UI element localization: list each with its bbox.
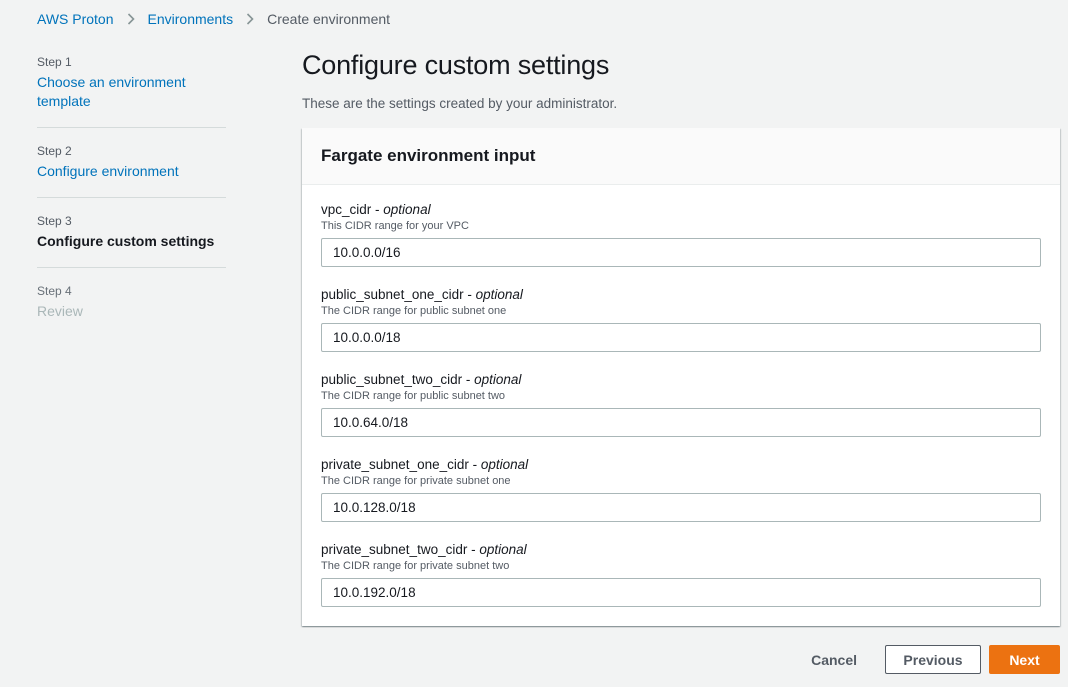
form-field-public-subnet-one-cidr: public_subnet_one_cidr - optional The CI…	[321, 287, 1041, 356]
field-label: vpc_cidr - optional	[321, 202, 431, 217]
chevron-right-icon	[126, 12, 136, 26]
field-name: public_subnet_one_cidr	[321, 287, 464, 302]
form-field-vpc-cidr: vpc_cidr - optional This CIDR range for …	[321, 202, 1041, 271]
step-number: Step 4	[37, 284, 72, 298]
field-label: private_subnet_one_cidr - optional	[321, 457, 529, 472]
chevron-right-icon	[245, 12, 255, 26]
breadcrumb-aws-proton[interactable]: AWS Proton	[37, 11, 114, 27]
field-name: vpc_cidr	[321, 202, 372, 217]
field-description: The CIDR range for private subnet one	[321, 475, 511, 487]
breadcrumb: AWS Proton Environments Create environme…	[37, 11, 390, 27]
wizard-actions: Cancel Previous Next	[797, 645, 1060, 674]
next-button[interactable]: Next	[989, 645, 1060, 674]
cancel-button[interactable]: Cancel	[797, 645, 871, 674]
vpc-cidr-input[interactable]	[321, 238, 1041, 267]
form-field-private-subnet-one-cidr: private_subnet_one_cidr - optional The C…	[321, 457, 1041, 526]
page-title: Configure custom settings	[302, 50, 610, 80]
step-link-choose-template[interactable]: Choose an environment template	[37, 73, 226, 111]
optional-text: optional	[383, 202, 431, 217]
field-description: The CIDR range for public subnet one	[321, 305, 507, 317]
field-description: The CIDR range for public subnet two	[321, 390, 506, 402]
form-field-private-subnet-two-cidr: private_subnet_two_cidr - optional The C…	[321, 542, 1041, 611]
breadcrumb-environments[interactable]: Environments	[148, 11, 234, 27]
step-link-configure-environment[interactable]: Configure environment	[37, 162, 226, 181]
step-current-configure-custom-settings: Configure custom settings	[37, 233, 215, 249]
step-number: Step 2	[37, 144, 72, 158]
optional-text: optional	[479, 542, 527, 557]
form-field-public-subnet-two-cidr: public_subnet_two_cidr - optional The CI…	[321, 372, 1041, 441]
wizard-step-2: Step 2 Configure environment	[37, 144, 226, 198]
field-name: private_subnet_two_cidr	[321, 542, 468, 557]
panel-title: Fargate environment input	[321, 146, 536, 165]
panel-body: vpc_cidr - optional This CIDR range for …	[302, 185, 1060, 611]
private-subnet-one-cidr-input[interactable]	[321, 493, 1041, 522]
previous-button[interactable]: Previous	[885, 645, 981, 674]
page-description: These are the settings created by your a…	[302, 96, 618, 111]
private-subnet-two-cidr-input[interactable]	[321, 578, 1041, 607]
wizard-step-4: Step 4 Review	[37, 284, 226, 337]
step-number: Step 1	[37, 55, 72, 69]
panel-header: Fargate environment input	[302, 128, 1060, 185]
field-name: public_subnet_two_cidr	[321, 372, 463, 387]
field-label: public_subnet_one_cidr - optional	[321, 287, 523, 302]
field-label: public_subnet_two_cidr - optional	[321, 372, 522, 387]
breadcrumb-current: Create environment	[267, 11, 391, 27]
wizard-step-3: Step 3 Configure custom settings	[37, 214, 226, 268]
optional-text: optional	[475, 287, 523, 302]
field-name: private_subnet_one_cidr	[321, 457, 469, 472]
step-review-disabled: Review	[37, 303, 83, 319]
optional-text: optional	[474, 372, 522, 387]
public-subnet-two-cidr-input[interactable]	[321, 408, 1041, 437]
field-label: private_subnet_two_cidr - optional	[321, 542, 527, 557]
wizard-steps: Step 1 Choose an environment template St…	[37, 55, 226, 353]
wizard-step-1: Step 1 Choose an environment template	[37, 55, 226, 128]
field-description: This CIDR range for your VPC	[321, 220, 469, 232]
public-subnet-one-cidr-input[interactable]	[321, 323, 1041, 352]
field-description: The CIDR range for private subnet two	[321, 560, 510, 572]
settings-panel: Fargate environment input vpc_cidr - opt…	[302, 128, 1060, 626]
step-number: Step 3	[37, 214, 72, 228]
optional-text: optional	[480, 457, 529, 472]
